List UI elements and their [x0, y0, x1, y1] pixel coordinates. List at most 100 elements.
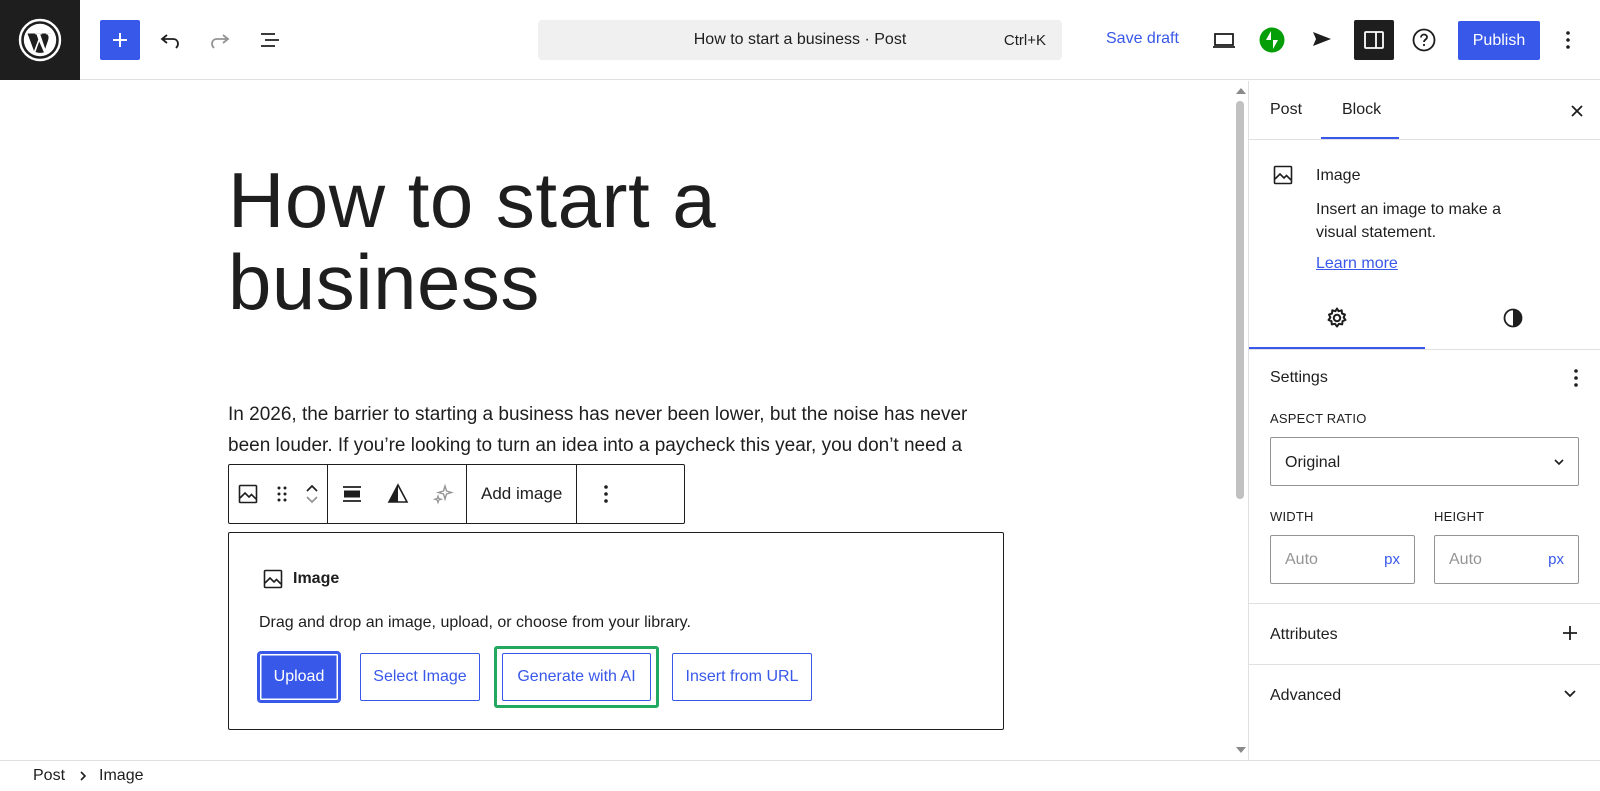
- scroll-up-arrow-icon[interactable]: [1235, 86, 1247, 96]
- block-toolbar-switcher-group: [229, 465, 328, 523]
- chevron-down-icon: [1564, 690, 1576, 698]
- preview-button[interactable]: [1204, 20, 1244, 60]
- image-icon: [263, 569, 283, 589]
- upload-button[interactable]: Upload: [257, 651, 341, 703]
- plus-icon: [1563, 626, 1577, 640]
- settings-panel-title: Settings: [1270, 369, 1328, 386]
- help-button[interactable]: [1404, 20, 1444, 60]
- learn-more-link[interactable]: Learn more: [1316, 255, 1398, 273]
- image-block-placeholder: Image Drag and drop an image, upload, or…: [228, 532, 1004, 730]
- tab-styles[interactable]: [1425, 286, 1600, 349]
- publish-button[interactable]: Publish: [1458, 21, 1540, 60]
- advanced-panel-title: Advanced: [1270, 687, 1342, 704]
- save-draft-button[interactable]: Save draft: [1106, 30, 1179, 48]
- attributes-panel-toggle[interactable]: Attributes: [1249, 604, 1600, 665]
- height-unit[interactable]: px: [1548, 551, 1564, 568]
- wordpress-logo-icon[interactable]: [0, 0, 80, 80]
- help-icon: [1412, 28, 1436, 52]
- insert-from-url-button[interactable]: Insert from URL: [672, 653, 812, 701]
- undo-icon: [160, 34, 179, 49]
- block-toolbar-format-group: [328, 465, 467, 523]
- sparkles-icon: [432, 483, 454, 505]
- aspect-ratio-label: ASPECT RATIO: [1270, 411, 1367, 426]
- height-label: HEIGHT: [1434, 509, 1485, 524]
- more-vertical-icon: [604, 485, 609, 503]
- options-button[interactable]: [1550, 20, 1586, 60]
- command-shortcut: Ctrl+K: [1003, 32, 1046, 49]
- scroll-down-arrow-icon[interactable]: [1235, 745, 1247, 755]
- redo-icon: [211, 34, 230, 49]
- width-unit[interactable]: px: [1384, 551, 1400, 568]
- breadcrumb-separator-icon: [79, 770, 87, 782]
- sidebar-tabs: Post Block: [1249, 81, 1600, 140]
- plus-icon: [113, 33, 127, 47]
- document-title: How to start a business · Post: [693, 31, 907, 48]
- settings-toggle-button[interactable]: [1354, 20, 1394, 60]
- block-card-description: Insert an image to make a visual stateme…: [1316, 201, 1501, 241]
- drag-handle-icon: [277, 486, 287, 502]
- send-button[interactable]: [1302, 20, 1342, 60]
- editor-header: How to start a business · Post Ctrl+K Sa…: [0, 0, 1600, 80]
- image-icon: [238, 484, 258, 504]
- command-palette-bar[interactable]: How to start a business · Post Ctrl+K: [538, 20, 1062, 60]
- width-label: WIDTH: [1270, 509, 1314, 524]
- height-field[interactable]: px: [1434, 535, 1579, 584]
- close-sidebar-button[interactable]: [1565, 99, 1589, 123]
- select-image-button[interactable]: Select Image: [360, 653, 480, 701]
- sidebar-icon: [1364, 31, 1384, 49]
- more-vertical-icon: [1566, 31, 1570, 49]
- block-breadcrumb: Post Image: [0, 760, 1600, 791]
- desktop-icon: [1213, 33, 1235, 48]
- settings-sidebar: Post Block Image Insert an image to make…: [1248, 81, 1600, 760]
- block-mover: [297, 465, 327, 523]
- move-down-icon[interactable]: [304, 494, 320, 506]
- chevron-down-icon: [1554, 459, 1564, 466]
- tab-block[interactable]: Block: [1342, 101, 1381, 119]
- add-block-button[interactable]: [100, 20, 140, 60]
- redo-button[interactable]: [200, 20, 240, 60]
- placeholder-title: Image: [293, 570, 340, 587]
- breadcrumb-post[interactable]: Post: [33, 767, 65, 785]
- placeholder-instructions: Drag and drop an image, upload, or choos…: [259, 614, 691, 631]
- list-view-icon: [261, 33, 279, 47]
- move-up-icon[interactable]: [304, 482, 320, 494]
- block-card: Image Insert an image to make a visual s…: [1249, 141, 1600, 286]
- align-button[interactable]: [328, 465, 376, 523]
- more-vertical-icon: [1574, 369, 1578, 387]
- canvas-scrollbar-thumb[interactable]: [1236, 101, 1244, 499]
- advanced-panel-toggle[interactable]: Advanced: [1249, 665, 1600, 726]
- block-toolbar-add-group: Add image: [467, 465, 578, 523]
- block-toolbar-options-group: [577, 465, 635, 523]
- jetpack-button[interactable]: [1252, 20, 1292, 60]
- block-card-title: Image: [1316, 167, 1361, 184]
- settings-options-button[interactable]: [1573, 367, 1579, 389]
- settings-panel: Settings ASPECT RATIO Original WIDTH HEI…: [1249, 351, 1600, 604]
- tab-post[interactable]: Post: [1270, 101, 1302, 119]
- ai-assistant-button[interactable]: [420, 465, 466, 523]
- aspect-ratio-select[interactable]: Original: [1270, 437, 1579, 486]
- contrast-icon: [1503, 308, 1523, 327]
- height-input[interactable]: [1435, 536, 1535, 583]
- image-icon: [1271, 163, 1295, 187]
- width-input[interactable]: [1271, 536, 1371, 583]
- placeholder-label: Image: [261, 567, 339, 591]
- block-options-button[interactable]: [577, 465, 635, 523]
- attributes-panel-title: Attributes: [1270, 626, 1338, 643]
- active-tab-indicator: [1321, 137, 1399, 139]
- editor-canvas: How to start a business In 2026, the bar…: [0, 81, 1236, 760]
- drag-handle[interactable]: [267, 465, 297, 523]
- add-image-button[interactable]: Add image: [467, 465, 576, 523]
- send-icon: [1313, 32, 1331, 46]
- post-title[interactable]: How to start a business: [228, 159, 848, 323]
- width-field[interactable]: px: [1270, 535, 1415, 584]
- duotone-button[interactable]: [376, 465, 420, 523]
- block-toolbar: Add image: [228, 464, 685, 524]
- breadcrumb-image[interactable]: Image: [99, 767, 143, 785]
- block-type-switcher[interactable]: [229, 465, 267, 523]
- document-overview-button[interactable]: [250, 20, 290, 60]
- tab-settings[interactable]: [1249, 286, 1425, 349]
- undo-button[interactable]: [150, 20, 190, 60]
- generate-with-ai-button[interactable]: Generate with AI: [502, 653, 651, 701]
- align-wide-icon: [343, 486, 361, 502]
- duotone-icon: [387, 483, 409, 503]
